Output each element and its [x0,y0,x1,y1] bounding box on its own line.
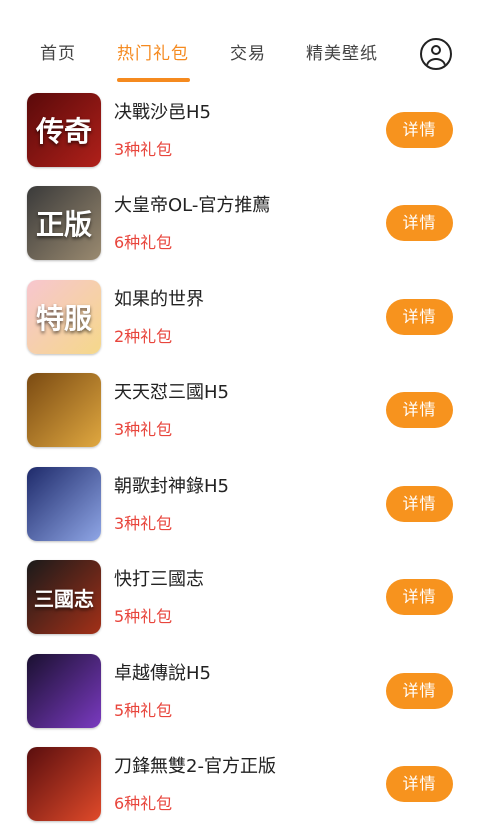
game-gift-row[interactable]: 卓越傳說H5 5种礼包 详情 [0,647,480,740]
game-name[interactable]: 朝歌封神錄H5 [114,472,229,498]
gift-count: 3种礼包 [114,140,173,159]
game-gift-row[interactable]: 朝歌封神錄H5 3种礼包 详情 [0,460,480,553]
tab-trade[interactable]: 交易 [230,40,266,68]
details-button[interactable]: 详情 [386,112,453,148]
details-button[interactable]: 详情 [386,392,453,428]
gift-count: 3种礼包 [114,514,173,533]
details-button[interactable]: 详情 [386,673,453,709]
game-name[interactable]: 如果的世界 [114,285,204,311]
tab-wallpapers[interactable]: 精美壁纸 [306,40,378,68]
details-button[interactable]: 详情 [386,579,453,615]
game-gift-row[interactable]: 刀鋒無雙2-官方正版 6种礼包 详情 [0,740,480,833]
user-head-shape [431,45,441,55]
game-icon-text: 特服 [35,302,92,335]
game-icon-text: 三國志 [34,586,94,611]
game-gift-row[interactable]: 特服 如果的世界 2种礼包 详情 [0,273,480,366]
active-tab-indicator [117,78,190,82]
user-circle-icon[interactable] [420,38,452,70]
tab-hot-gifts[interactable]: 热门礼包 [117,40,189,68]
game-gift-row[interactable]: 天天怼三國H5 3种礼包 详情 [0,366,480,459]
game-name[interactable]: 决戰沙邑H5 [114,98,211,124]
game-icon[interactable] [27,654,101,728]
game-gift-row[interactable]: 正版 大皇帝OL-官方推薦 6种礼包 详情 [0,179,480,272]
game-name[interactable]: 刀鋒無雙2-官方正版 [114,752,276,778]
user-shoulders-shape [426,58,446,68]
game-icon[interactable] [27,747,101,821]
game-icon[interactable]: 正版 [27,186,101,260]
gift-count: 5种礼包 [114,701,173,720]
game-icon[interactable]: 三國志 [27,560,101,634]
gift-count: 2种礼包 [114,327,173,346]
game-name[interactable]: 快打三國志 [114,565,204,591]
top-navigation: 首页 热门礼包 交易 精美壁纸 [0,0,480,86]
game-icon[interactable]: 传奇 [27,93,101,167]
details-button[interactable]: 详情 [386,299,453,335]
details-button[interactable]: 详情 [386,766,453,802]
details-button[interactable]: 详情 [386,486,453,522]
game-gift-row[interactable]: 三國志 快打三國志 5种礼包 详情 [0,553,480,646]
gift-count: 6种礼包 [114,233,173,252]
details-button[interactable]: 详情 [386,205,453,241]
game-gift-row[interactable]: 传奇 决戰沙邑H5 3种礼包 详情 [0,86,480,179]
game-icon-text: 传奇 [35,115,92,148]
game-icon[interactable] [27,373,101,447]
game-icon[interactable] [27,467,101,541]
gift-count: 3种礼包 [114,420,173,439]
gift-count: 6种礼包 [114,794,173,813]
tab-home[interactable]: 首页 [40,40,76,68]
gift-count: 5种礼包 [114,607,173,626]
game-icon[interactable]: 特服 [27,280,101,354]
game-icon-text: 正版 [35,208,92,241]
game-name[interactable]: 卓越傳說H5 [114,659,211,685]
game-name[interactable]: 大皇帝OL-官方推薦 [114,191,270,217]
game-name[interactable]: 天天怼三國H5 [114,378,229,404]
